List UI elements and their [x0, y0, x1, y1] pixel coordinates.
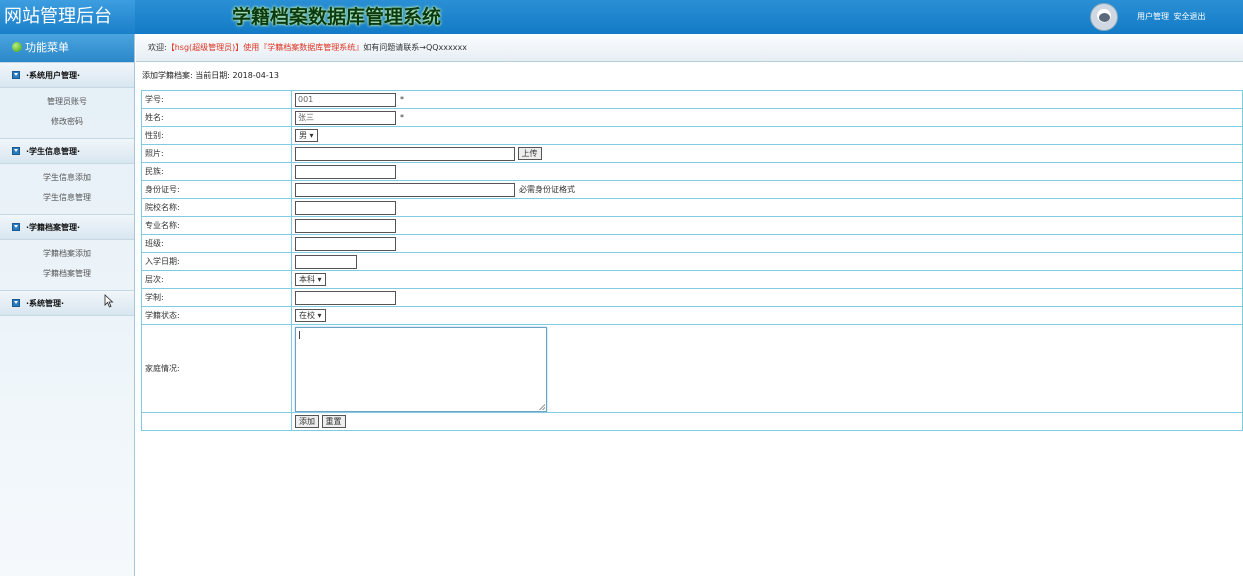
sidebar: 功能菜单 ·系统用户管理· 管理员账号 修改密码 ·学生信息管理· 学生信息添加… [0, 34, 135, 576]
section-label: ·系统用户管理· [26, 71, 81, 80]
sidebar-item-student-manage[interactable]: 学生信息管理 [0, 188, 134, 208]
sidebar-item-archive-manage[interactable]: 学籍档案管理 [0, 264, 134, 284]
reset-button[interactable]: 重置 [321, 415, 346, 428]
field-label: 家庭情况: [141, 324, 292, 413]
required-marker: * [400, 113, 404, 122]
mouse-pointer-icon [104, 294, 114, 308]
welcome-system-name: 『学籍档案数据库管理系统』 [259, 43, 364, 52]
form-row-family: 家庭情况: [141, 324, 1243, 413]
field-label: 照片: [141, 144, 292, 163]
function-menu-label: 功能菜单 [25, 41, 69, 54]
sidebar-item-admin-accounts[interactable]: 管理员账号 [0, 92, 134, 112]
logout-link[interactable]: 安全退出 [1174, 12, 1206, 21]
enroll-date-input[interactable] [295, 254, 357, 269]
field-label: 班级: [141, 234, 292, 253]
form-row-class: 班级: [141, 234, 1243, 253]
form-row-status: 学籍状态: 在校 ▾ [141, 306, 1243, 325]
top-header: 网站管理后台 学籍档案数据库管理系统 用户管理 安全退出 [0, 0, 1243, 34]
form-row-enroll-date: 入学日期: [141, 252, 1243, 271]
submit-button[interactable]: 添加 [295, 415, 319, 428]
gender-select[interactable]: 男 ▾ [295, 129, 318, 142]
class-input[interactable] [295, 236, 396, 251]
form-row-actions: 添加 重置 [141, 412, 1243, 431]
form-row-school: 院校名称: [141, 198, 1243, 217]
collapse-icon [12, 223, 20, 231]
welcome-bar: 欢迎:【hsg(超级管理员)】使用『学籍档案数据库管理系统』如有问题请联系→QQ… [136, 34, 1243, 62]
major-input[interactable] [295, 218, 396, 233]
field-label: 入学日期: [141, 252, 292, 271]
form-row-major: 专业名称: [141, 216, 1243, 235]
header-links: 用户管理 安全退出 [1137, 0, 1208, 34]
name-input[interactable]: 张三 [295, 110, 396, 125]
form-row-id-card: 身份证号: 必需身份证格式 [141, 180, 1243, 199]
sidebar-item-student-add[interactable]: 学生信息添加 [0, 168, 134, 188]
collapse-icon [12, 299, 20, 307]
ethnicity-input[interactable] [295, 164, 396, 179]
field-label: 姓名: [141, 108, 292, 127]
duration-input[interactable] [295, 290, 396, 305]
field-label: 层次: [141, 270, 292, 289]
resize-grip-icon[interactable] [539, 404, 545, 410]
user-avatar-icon [1090, 3, 1118, 31]
collapse-icon [12, 147, 20, 155]
form-row-duration: 学制: [141, 288, 1243, 307]
level-select[interactable]: 本科 ▾ [295, 273, 326, 286]
system-title: 学籍档案数据库管理系统 [232, 6, 442, 28]
form-row-gender: 性别: 男 ▾ [141, 126, 1243, 145]
field-label: 学籍状态: [141, 306, 292, 325]
field-label: 专业名称: [141, 216, 292, 235]
student-no-input[interactable]: 001 [295, 92, 396, 107]
sidebar-item-change-password[interactable]: 修改密码 [0, 112, 134, 132]
field-label: 民族: [141, 162, 292, 181]
form-row-photo: 照片: 上传 [141, 144, 1243, 163]
id-card-hint: 必需身份证格式 [519, 185, 575, 194]
section-archives[interactable]: ·学籍档案管理· [0, 214, 134, 240]
user-management-link[interactable]: 用户管理 [1137, 12, 1169, 21]
section-label: ·学生信息管理· [26, 147, 81, 156]
upload-button[interactable]: 上传 [517, 147, 542, 160]
collapse-icon [12, 71, 20, 79]
status-select[interactable]: 在校 ▾ [295, 309, 326, 322]
form-row-student-no: 学号: 001 * [141, 90, 1243, 109]
field-label: 学号: [141, 90, 292, 109]
field-label: 院校名称: [141, 198, 292, 217]
section-system-users[interactable]: ·系统用户管理· [0, 62, 134, 88]
welcome-middle: 使用 [243, 43, 260, 52]
id-card-input[interactable] [295, 182, 515, 197]
photo-input[interactable] [295, 146, 515, 161]
site-logo: 网站管理后台 [0, 0, 135, 34]
section-label: ·学籍档案管理· [26, 223, 81, 232]
form-row-name: 姓名: 张三 * [141, 108, 1243, 127]
green-ball-icon [12, 42, 22, 52]
section-label: ·系统管理· [26, 299, 65, 308]
archive-form: 学号: 001 * 姓名: 张三 * 性别: 男 ▾ 照片: 上传 民族: 身份证号… [141, 90, 1243, 431]
section-student-info[interactable]: ·学生信息管理· [0, 138, 134, 164]
function-menu-title: 功能菜单 [0, 34, 134, 62]
welcome-user: 【hsg(超级管理员)】 [166, 43, 244, 52]
form-row-ethnicity: 民族: [141, 162, 1243, 181]
required-marker: * [400, 95, 404, 104]
form-row-level: 层次: 本科 ▾ [141, 270, 1243, 289]
sidebar-item-archive-add[interactable]: 学籍档案添加 [0, 244, 134, 264]
school-input[interactable] [295, 200, 396, 215]
field-label: 学制: [141, 288, 292, 307]
welcome-prefix: 欢迎: [148, 43, 167, 52]
welcome-contact: 如有问题请联系→QQxxxxxx [363, 43, 467, 52]
family-textarea[interactable] [295, 327, 547, 412]
field-label: 身份证号: [141, 180, 292, 199]
main-content: 添加学籍档案: 当前日期: 2018-04-13 学号: 001 * 姓名: 张三… [136, 62, 1243, 576]
breadcrumb: 添加学籍档案: 当前日期: 2018-04-13 [142, 71, 279, 80]
field-label: 性别: [141, 126, 292, 145]
